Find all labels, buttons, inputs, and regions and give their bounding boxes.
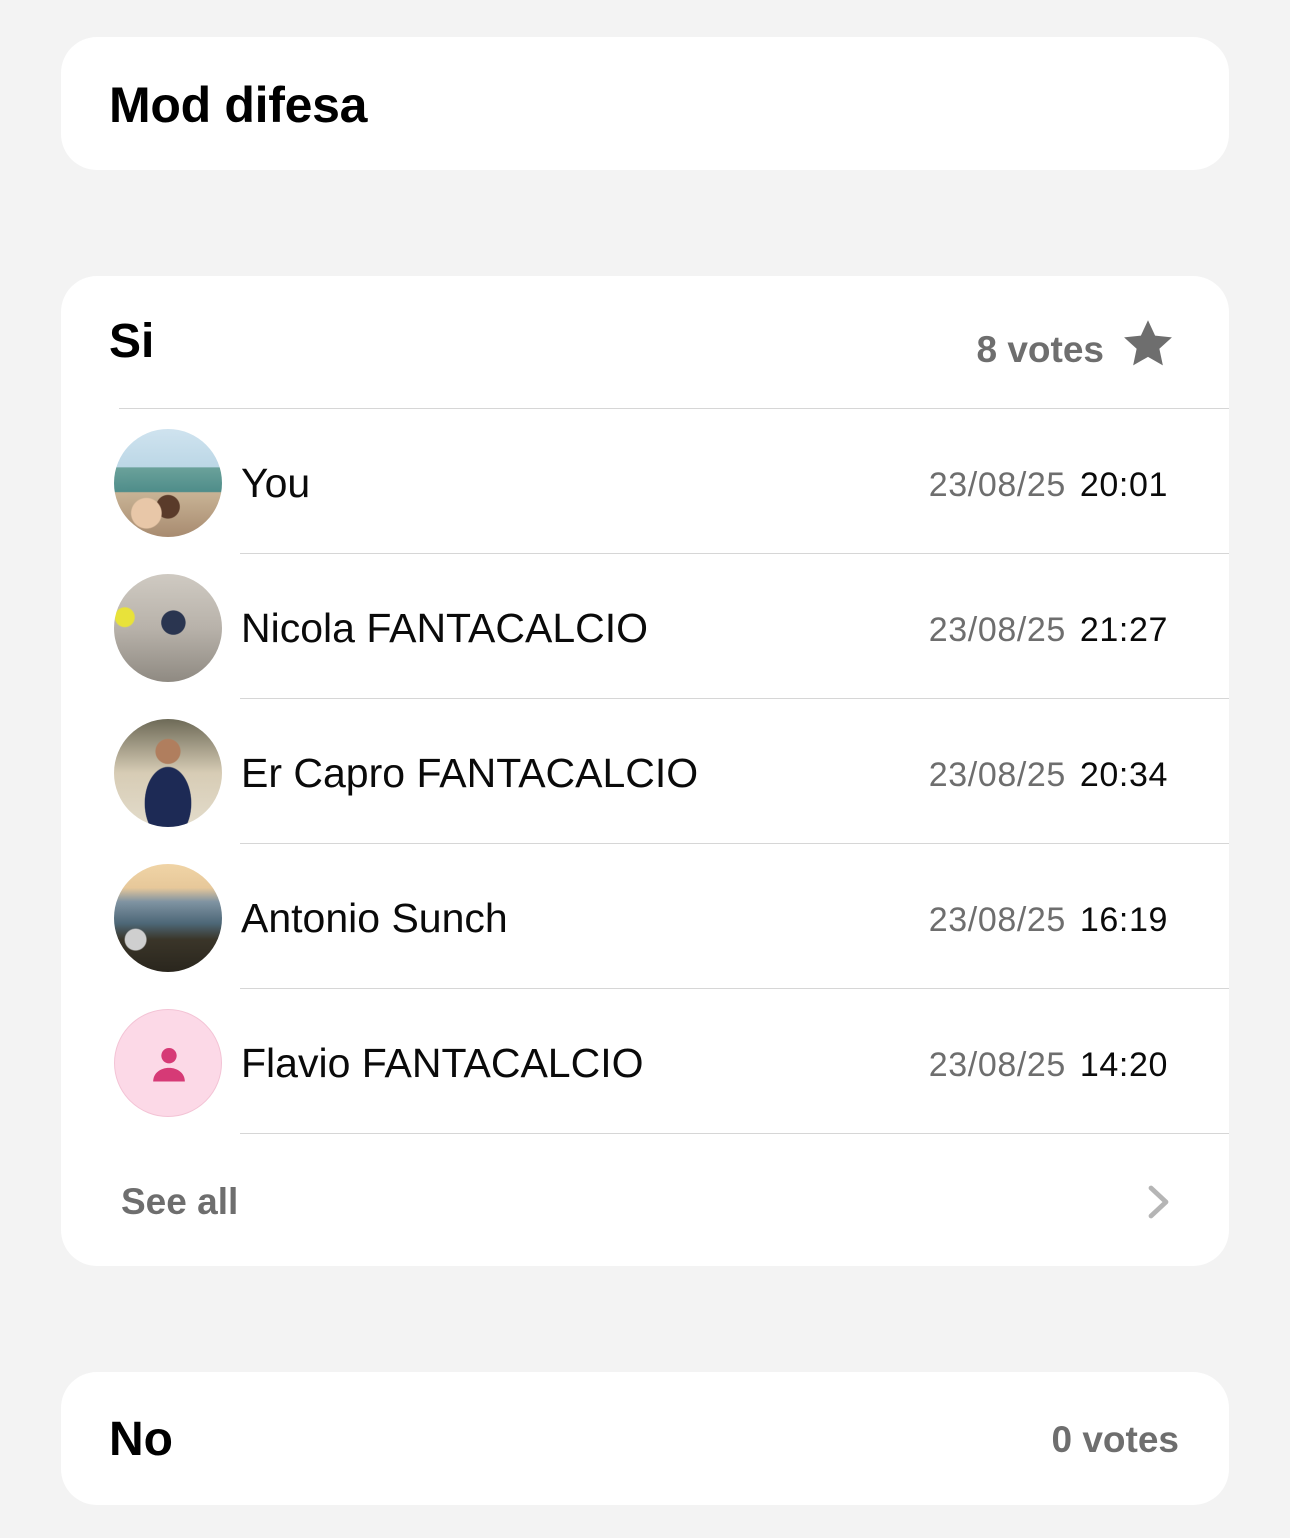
vote-time: 21:27 bbox=[1079, 611, 1168, 649]
vote-date: 23/08/25 bbox=[928, 901, 1066, 939]
voter-name: Antonio Sunch bbox=[241, 895, 508, 941]
voter-row[interactable]: Flavio FANTACALCIO 23/08/25 14:20 bbox=[61, 989, 1229, 1134]
vote-time: 20:34 bbox=[1079, 756, 1168, 794]
option-card-no[interactable]: No 0 votes bbox=[61, 1372, 1229, 1505]
vote-count: 0 votes bbox=[1051, 1419, 1179, 1460]
option-label: Si bbox=[109, 315, 155, 368]
voter-name: Flavio FANTACALCIO bbox=[241, 1040, 644, 1086]
voter-row[interactable]: Nicola FANTACALCIO 23/08/25 21:27 bbox=[61, 554, 1229, 699]
vote-timestamp: 23/08/25 16:19 bbox=[929, 900, 1168, 940]
voter-list: You 23/08/25 20:01 Nicola FANTACALCIO 23/… bbox=[61, 409, 1229, 1134]
chevron-right-icon bbox=[1148, 1185, 1169, 1219]
see-all-label: See all bbox=[121, 1181, 239, 1222]
vote-timestamp: 23/08/25 20:01 bbox=[929, 465, 1168, 505]
vote-date: 23/08/25 bbox=[928, 756, 1066, 794]
question-title: Mod difesa bbox=[109, 77, 368, 133]
avatar bbox=[114, 429, 222, 537]
avatar bbox=[114, 574, 222, 682]
vote-timestamp: 23/08/25 21:27 bbox=[929, 610, 1168, 650]
option-card-si: Si 8 votes You 23/08/25 20:01 Nicola FANT… bbox=[61, 276, 1229, 1266]
vote-count: 8 votes bbox=[976, 329, 1104, 370]
person-icon bbox=[153, 1048, 185, 1082]
avatar bbox=[114, 864, 222, 972]
see-all-button[interactable]: See all bbox=[61, 1134, 1229, 1266]
voter-name: Er Capro FANTACALCIO bbox=[241, 750, 699, 796]
voter-name: You bbox=[241, 460, 311, 506]
voter-row[interactable]: Antonio Sunch 23/08/25 16:19 bbox=[61, 844, 1229, 989]
vote-date: 23/08/25 bbox=[928, 466, 1066, 504]
avatar bbox=[114, 1009, 222, 1117]
vote-time: 16:19 bbox=[1079, 901, 1168, 939]
vote-timestamp: 23/08/25 14:20 bbox=[929, 1045, 1168, 1085]
vote-date: 23/08/25 bbox=[928, 1046, 1066, 1084]
vote-timestamp: 23/08/25 20:34 bbox=[929, 755, 1168, 795]
avatar bbox=[114, 719, 222, 827]
question-card: Mod difesa bbox=[61, 37, 1229, 170]
voter-name: Nicola FANTACALCIO bbox=[241, 605, 649, 651]
star-icon bbox=[1124, 320, 1172, 366]
voter-row[interactable]: Er Capro FANTACALCIO 23/08/25 20:34 bbox=[61, 699, 1229, 844]
vote-time: 20:01 bbox=[1079, 466, 1168, 504]
vote-date: 23/08/25 bbox=[928, 611, 1066, 649]
voter-row[interactable]: You 23/08/25 20:01 bbox=[61, 409, 1229, 554]
option-label: No bbox=[109, 1413, 173, 1466]
option-header[interactable]: Si 8 votes bbox=[61, 276, 1229, 409]
vote-time: 14:20 bbox=[1079, 1046, 1168, 1084]
